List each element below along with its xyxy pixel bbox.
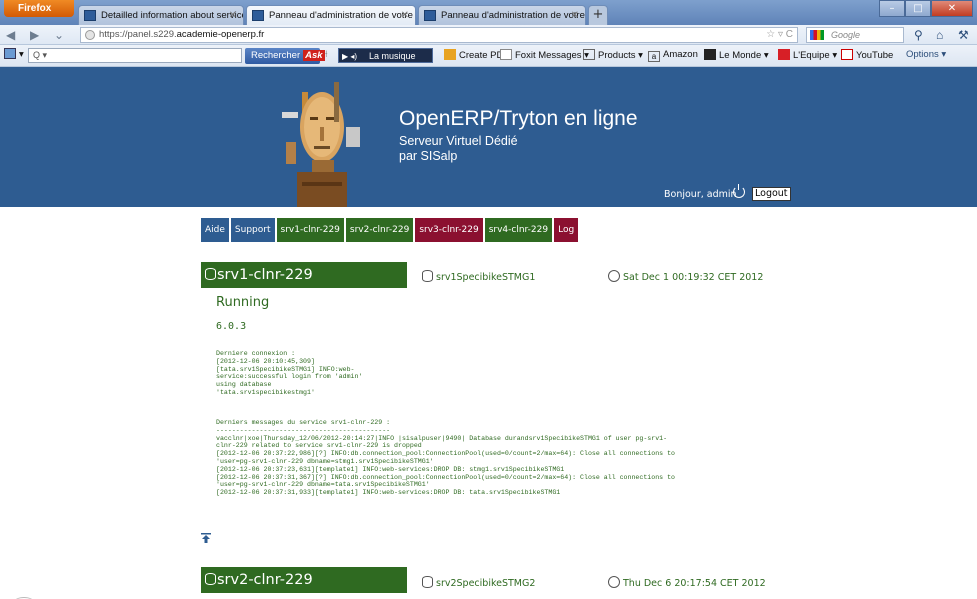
service-date-text: Sat Dec 1 00:19:32 CET 2012 xyxy=(623,272,764,283)
play-icon[interactable]: ▶ ◂) xyxy=(342,50,357,64)
ask-logo: Ask xyxy=(303,50,325,61)
service-header[interactable]: srv1-clnr-229 xyxy=(201,262,407,288)
site-header: OpenERP/Tryton en ligne Serveur Virtuel … xyxy=(0,67,977,207)
database-icon xyxy=(422,576,433,588)
page-content: OpenERP/Tryton en ligne Serveur Virtuel … xyxy=(0,67,977,599)
url-bar[interactable]: https://panel.s229.academie-openerp.fr ☆… xyxy=(80,27,798,43)
ask-search-button[interactable]: Rechercher Ask xyxy=(245,48,325,64)
database-icon xyxy=(422,270,433,282)
bookmark-label: Products ▾ xyxy=(598,50,643,61)
separator-icon: ⟊ xyxy=(325,49,328,60)
nav-tab-srv2[interactable]: srv2-clnr-229 xyxy=(345,218,414,242)
forward-arrow-icon[interactable]: ▶ xyxy=(30,28,39,42)
power-icon[interactable] xyxy=(733,184,745,198)
logout-button[interactable]: Logout xyxy=(752,187,791,201)
close-tab-icon[interactable]: ✕ xyxy=(401,6,409,25)
radio-station-label: La musique xyxy=(369,51,416,61)
database-name: srv1SpecibikeSTMG1 xyxy=(436,272,536,283)
maximize-icon[interactable]: □ xyxy=(905,0,931,17)
new-tab-button[interactable]: + xyxy=(588,5,608,25)
bookmark-label: YouTube xyxy=(856,50,894,61)
tab-label: Panneau d'administration de votre se... xyxy=(269,10,415,21)
bookmark-le-monde[interactable]: Le Monde ▾ xyxy=(704,49,769,61)
addon-toolbar: ▾ Q ▾ Rechercher Ask ⟊ ▶ ◂) La musique Cr… xyxy=(0,45,977,67)
options-label: Options ▾ xyxy=(906,49,947,60)
bookmark-star-icon[interactable]: ☆ ▿ C xyxy=(766,28,793,42)
back-arrow-icon[interactable]: ◀ xyxy=(6,28,15,42)
user-greeting: Bonjour, admin xyxy=(664,189,737,200)
search-placeholder: Google xyxy=(831,30,861,40)
tab-label: Detailled information about service sr..… xyxy=(101,10,244,21)
database-icon xyxy=(205,573,216,585)
bookmark-label: Foxit Messages ▾ xyxy=(515,50,589,61)
browser-tab-active[interactable]: Panneau d'administration de votre se... … xyxy=(246,5,416,25)
edit-icon[interactable]: ▾ xyxy=(4,48,24,60)
quick-search-input[interactable]: Q ▾ xyxy=(28,48,242,63)
site-subtitle-line: Serveur Virtuel Dédié xyxy=(399,134,518,148)
nav-tab-log[interactable]: Log xyxy=(554,218,579,242)
database-icon xyxy=(205,268,216,280)
close-tab-icon[interactable]: ✕ xyxy=(571,6,579,25)
browser-tab[interactable]: Detailled information about service sr..… xyxy=(78,5,244,25)
service-database: srv1SpecibikeSTMG1 xyxy=(422,270,536,283)
tab-label: Panneau d'administration de votre se... xyxy=(441,10,585,21)
page-favicon-icon xyxy=(252,10,264,21)
site-subtitle: Serveur Virtuel Dédié par SISalp xyxy=(399,134,518,164)
service-version: 6.0.3 xyxy=(216,321,247,332)
clock-icon xyxy=(608,576,620,588)
database-name: srv2SpecibikeSTMG2 xyxy=(436,578,536,589)
radio-player[interactable]: ▶ ◂) La musique xyxy=(338,48,433,63)
service-database: srv2SpecibikeSTMG2 xyxy=(422,576,536,589)
site-identity-icon[interactable] xyxy=(85,30,95,40)
service-date: Thu Dec 6 20:17:54 CET 2012 xyxy=(608,576,766,589)
site-subtitle-line: par SISalp xyxy=(399,149,458,163)
close-window-icon[interactable]: ✕ xyxy=(931,0,973,17)
nav-tab-aide[interactable]: Aide xyxy=(201,218,229,242)
bookmark-label: L'Equipe ▾ xyxy=(793,50,838,61)
bookmark-products[interactable]: Products ▾ xyxy=(583,49,643,61)
service-navigation: Aide Support srv1-clnr-229 srv2-clnr-229… xyxy=(201,218,579,242)
service-date: Sat Dec 1 00:19:32 CET 2012 xyxy=(608,270,764,283)
close-tab-icon[interactable]: ✕ xyxy=(229,6,237,25)
url-prefix: https://panel.s229. xyxy=(99,29,177,40)
last-connection-log: Derniere connexion : [2012-12-06 20:10:4… xyxy=(216,350,363,396)
home-icon[interactable]: ⌂ xyxy=(936,28,943,42)
bookmark-label: Amazon xyxy=(663,49,698,60)
firefox-menu-button[interactable]: Firefox xyxy=(4,0,74,17)
bookmark-lequipe[interactable]: L'Equipe ▾ xyxy=(778,49,837,61)
search-magnifier-icon[interactable]: ⚲ xyxy=(914,28,923,42)
browser-tab-bar: Firefox Detailled information about serv… xyxy=(0,0,977,25)
mechanical-head-logo xyxy=(282,82,360,207)
site-title: OpenERP/Tryton en ligne xyxy=(399,107,638,130)
clock-icon xyxy=(608,270,620,282)
nav-tab-srv1[interactable]: srv1-clnr-229 xyxy=(276,218,344,242)
bookmark-label: Le Monde ▾ xyxy=(719,50,769,61)
service-header[interactable]: srv2-clnr-229 xyxy=(201,567,407,593)
window-controls: – □ ✕ xyxy=(879,0,973,17)
service-messages-log: Derniers messages du service srv1-clnr-2… xyxy=(216,419,675,497)
nav-tab-support[interactable]: Support xyxy=(230,218,275,242)
bookmark-amazon[interactable]: a Amazon xyxy=(648,49,698,62)
bookmark-foxit-messages[interactable]: Foxit Messages ▾ xyxy=(500,49,589,61)
page-favicon-icon xyxy=(424,10,436,21)
ask-button-label: Rechercher xyxy=(251,50,301,61)
browser-tab[interactable]: Panneau d'administration de votre se... … xyxy=(418,5,586,25)
bookmark-youtube[interactable]: YouTube xyxy=(841,49,893,61)
search-box[interactable]: Google xyxy=(806,27,904,43)
browser-nav-bar: ◀ ▶ ⌄ https://panel.s229.academie-opener… xyxy=(0,25,977,45)
page-favicon-icon xyxy=(84,10,96,21)
minimize-icon[interactable]: – xyxy=(879,0,905,17)
history-icon[interactable]: ⌄ xyxy=(54,28,64,42)
options-menu[interactable]: Options ▾ xyxy=(906,49,946,60)
url-host: academie-openerp.fr xyxy=(176,29,265,40)
back-to-top-icon[interactable] xyxy=(201,533,211,543)
addons-icon[interactable]: ⚒ xyxy=(958,28,969,42)
nav-tab-srv3[interactable]: srv3-clnr-229 xyxy=(415,218,483,242)
nav-tab-srv4[interactable]: srv4-clnr-229 xyxy=(484,218,553,242)
service-name: srv2-clnr-229 xyxy=(217,572,313,588)
google-icon xyxy=(810,30,824,40)
service-name: srv1-clnr-229 xyxy=(217,267,313,283)
service-date-text: Thu Dec 6 20:17:54 CET 2012 xyxy=(623,578,766,589)
service-status: Running xyxy=(216,295,270,310)
